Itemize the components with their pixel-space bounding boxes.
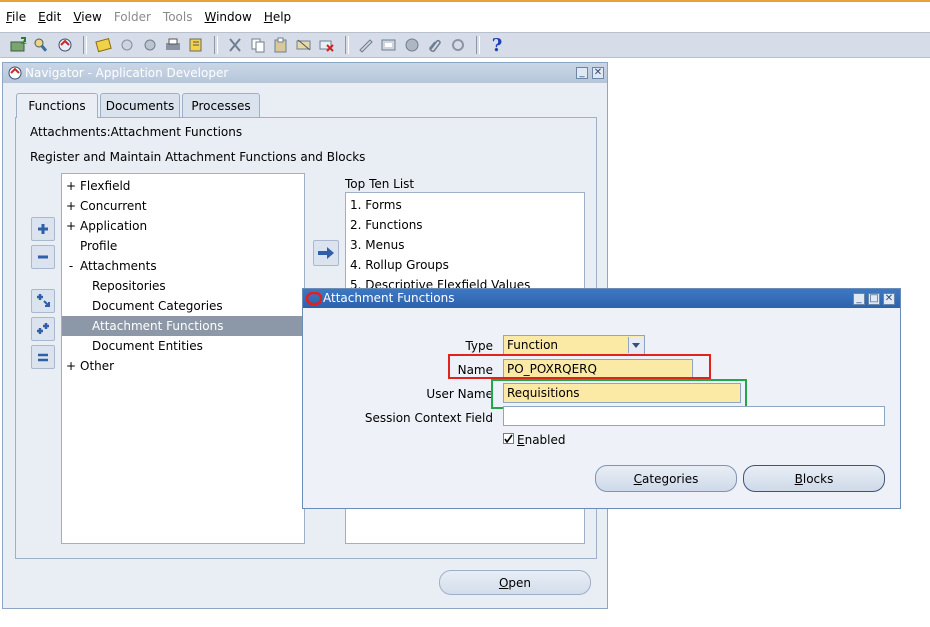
tree-item-repositories[interactable]: Repositories (62, 276, 304, 296)
print-icon[interactable] (162, 35, 184, 55)
function-description: Register and Maintain Attachment Functio… (30, 150, 366, 164)
delete-record-icon[interactable] (316, 35, 338, 55)
tab-documents[interactable]: Documents (100, 93, 180, 117)
toolbar: + ? (0, 32, 930, 58)
expand-button[interactable] (31, 217, 55, 241)
menu-file[interactable]: File (0, 10, 26, 24)
expand-branch-button[interactable] (31, 289, 55, 313)
type-label: Type (465, 339, 493, 353)
find-icon[interactable] (31, 35, 53, 55)
paste-icon[interactable] (270, 35, 292, 55)
menu-folder[interactable]: Folder (108, 10, 151, 24)
plus-icon (38, 224, 48, 234)
tree-item-concurrent[interactable]: + Concurrent (62, 196, 304, 216)
top-ten-item[interactable]: 1. Forms (350, 195, 402, 215)
expand-all-icon (37, 323, 49, 334)
attachment-functions-title: Attachment Functions (323, 291, 455, 305)
new-record-icon[interactable]: + (8, 35, 30, 55)
function-tree: + Flexfield + Concurrent + Application Prof… (61, 173, 305, 544)
menu-tools[interactable]: Tools (157, 10, 193, 24)
oracle-logo-icon (305, 291, 323, 308)
tree-item-document-categories[interactable]: Document Categories (62, 296, 304, 316)
minimize-icon[interactable]: _ (853, 293, 865, 305)
copy-icon[interactable] (247, 35, 269, 55)
tab-processes[interactable]: Processes (182, 93, 260, 117)
navigator-window-icon (7, 65, 23, 81)
add-to-top-ten-button[interactable] (313, 240, 339, 266)
top-ten-item[interactable]: 3. Menus (350, 235, 404, 255)
svg-text:+: + (20, 39, 28, 49)
session-context-field[interactable] (503, 406, 885, 426)
breadcrumb: Attachments:Attachment Functions (30, 125, 243, 139)
collapse-button[interactable] (31, 245, 55, 269)
save-and-proceed-icon[interactable] (116, 35, 138, 55)
top-accent-bar (0, 0, 930, 2)
minimize-icon[interactable]: _ (576, 67, 588, 79)
cut-icon[interactable] (224, 35, 246, 55)
open-button[interactable]: Open (439, 570, 591, 595)
menu-view[interactable]: View (67, 10, 101, 24)
close-icon[interactable]: ✕ (883, 293, 895, 305)
chevron-down-icon[interactable] (628, 337, 643, 353)
tree-item-application[interactable]: + Application (62, 216, 304, 236)
menu-edit[interactable]: Edit (32, 10, 61, 24)
minus-icon (38, 255, 48, 259)
top-ten-item[interactable]: 4. Rollup Groups (350, 255, 449, 275)
arrow-right-icon (318, 247, 334, 259)
toolbar-separator (476, 36, 480, 54)
menubar: File Edit View Folder Tools Window Help (0, 4, 930, 30)
type-select[interactable]: Function (503, 335, 645, 355)
toolbar-separator (345, 36, 349, 54)
tree-item-document-entities[interactable]: Document Entities (62, 336, 304, 356)
close-form-icon[interactable] (185, 35, 207, 55)
enabled-checkbox[interactable] (503, 433, 514, 444)
tab-functions[interactable]: Functions (16, 93, 98, 118)
zoom-icon[interactable] (378, 35, 400, 55)
top-ten-item[interactable]: 2. Functions (350, 215, 423, 235)
navigator-title: Navigator - Application Developer (25, 66, 229, 80)
toolbar-separator (83, 36, 87, 54)
folder-tools-icon[interactable] (447, 35, 469, 55)
user-name-highlight-box (491, 379, 747, 409)
attachments-icon[interactable] (424, 35, 446, 55)
menu-help[interactable]: Help (258, 10, 291, 24)
navigator-icon[interactable] (54, 35, 76, 55)
menu-window[interactable]: Window (198, 10, 251, 24)
blocks-button[interactable]: Blocks (743, 465, 885, 492)
close-icon[interactable]: ✕ (592, 67, 604, 79)
attachment-functions-titlebar[interactable]: Attachment Functions _ □ ✕ (303, 289, 900, 308)
collapse-all-button[interactable] (31, 345, 55, 369)
expand-all-button[interactable] (31, 317, 55, 341)
top-ten-label: Top Ten List (345, 177, 415, 191)
categories-button[interactable]: Categories (595, 465, 737, 492)
collapse-all-icon (38, 353, 48, 362)
expand-branch-icon (37, 294, 50, 307)
enabled-label: Enabled (517, 433, 566, 447)
tree-item-flexfield[interactable]: + Flexfield (62, 176, 304, 196)
tree-item-attachments[interactable]: - Attachments (62, 256, 304, 276)
edit-field-icon[interactable] (355, 35, 377, 55)
attachment-functions-window: Attachment Functions _ □ ✕ Type Function… (302, 288, 901, 509)
tree-item-profile[interactable]: Profile (62, 236, 304, 256)
next-step-icon[interactable] (139, 35, 161, 55)
toolbar-separator (214, 36, 218, 54)
help-icon[interactable]: ? (486, 35, 508, 56)
tree-item-attachment-functions[interactable]: Attachment Functions (62, 316, 304, 336)
save-icon[interactable] (93, 35, 115, 55)
clear-record-icon[interactable] (293, 35, 315, 55)
user-name-label: User Name (426, 387, 493, 401)
translations-icon[interactable] (401, 35, 423, 55)
navigator-titlebar[interactable]: Navigator - Application Developer _ ✕ (3, 63, 607, 83)
checkmark-icon (504, 434, 513, 443)
session-context-label: Session Context Field (364, 411, 493, 425)
maximize-icon[interactable]: □ (868, 293, 880, 305)
tree-item-other[interactable]: + Other (62, 356, 304, 376)
name-highlight-box (448, 354, 711, 379)
